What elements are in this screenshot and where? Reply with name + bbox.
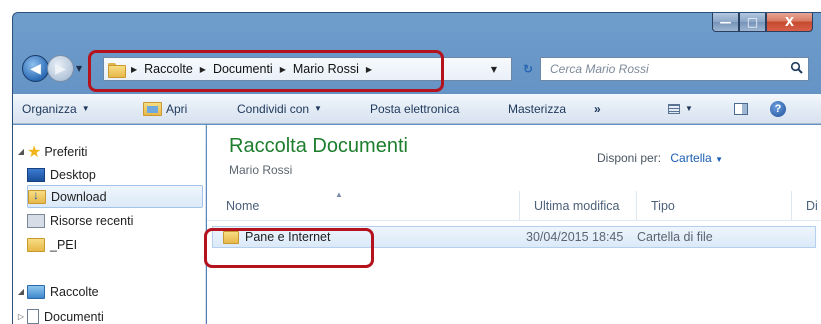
nav-item-download[interactable]: Download: [27, 185, 203, 208]
preview-pane-button[interactable]: [734, 102, 748, 115]
arrange-value: Cartella: [670, 151, 712, 165]
library-title: Raccolta Documenti: [229, 135, 408, 157]
nav-item-recent-places[interactable]: Risorse recenti: [27, 209, 203, 232]
library-folder-icon: [108, 62, 126, 78]
caption-buttons: — □ X: [712, 13, 821, 35]
breadcrumb-raccolte[interactable]: Raccolte: [144, 62, 193, 76]
view-list-icon: [668, 103, 680, 114]
search-box[interactable]: [540, 57, 809, 81]
share-label: Condividi con: [237, 101, 310, 116]
email-button[interactable]: Posta elettronica: [370, 102, 459, 116]
star-icon: ★: [27, 143, 42, 161]
collapse-triangle-icon[interactable]: ▷: [15, 312, 27, 321]
help-button[interactable]: ?: [770, 100, 786, 117]
organize-button[interactable]: Organizza ▼: [22, 102, 90, 116]
nav-favorites-header[interactable]: ◢ ★ Preferiti: [15, 140, 88, 163]
navigation-buttons: ◀ ▶ ▼: [22, 55, 82, 82]
download-folder-icon: [28, 188, 46, 204]
open-folder-icon: [143, 101, 162, 116]
nav-item-documenti[interactable]: ▷ Documenti: [15, 305, 104, 324]
open-label: Apri: [166, 101, 188, 116]
nav-item-label: _PEI: [50, 237, 78, 252]
breadcrumb-mario-rossi[interactable]: Mario Rossi: [293, 62, 359, 76]
recent-places-icon: [27, 213, 45, 228]
column-label: Tipo: [651, 199, 675, 213]
column-header-name[interactable]: ▲ Nome: [212, 190, 520, 221]
column-header-type[interactable]: Tipo: [637, 191, 792, 221]
arrange-label: Disponi per:: [597, 151, 662, 165]
change-view-button[interactable]: ▼: [668, 103, 693, 114]
address-dropdown-chevron-icon[interactable]: ▼: [491, 65, 497, 74]
breadcrumb-separator-icon[interactable]: ▶: [131, 65, 137, 74]
breadcrumb-separator-icon[interactable]: ▶: [200, 65, 206, 74]
column-headers: ▲ Nome Ultima modifica Tipo Di: [207, 190, 821, 221]
expand-triangle-icon[interactable]: ◢: [15, 147, 27, 156]
column-label: Di: [806, 199, 818, 213]
refresh-icon[interactable]: ↻: [518, 57, 538, 81]
desktop-icon: [27, 167, 45, 182]
file-row[interactable]: Pane e Internet 30/04/2015 18:45 Cartell…: [212, 226, 816, 248]
organize-label: Organizza: [22, 101, 77, 116]
email-label: Posta elettronica: [370, 101, 460, 116]
breadcrumb-separator-icon[interactable]: ▶: [366, 65, 372, 74]
open-button[interactable]: Apri: [143, 101, 188, 116]
nav-favorites-label: Preferiti: [44, 144, 88, 159]
burn-label: Masterizza: [508, 101, 567, 116]
column-label: Ultima modifica: [534, 199, 620, 213]
library-subtitle: Mario Rossi: [229, 163, 293, 177]
command-bar: Organizza ▼ Apri Condividi con ▼ Posta ele…: [13, 94, 821, 124]
expand-triangle-icon[interactable]: ◢: [15, 287, 27, 296]
more-commands-button[interactable]: »: [594, 102, 601, 116]
nav-libraries-label: Raccolte: [50, 284, 99, 299]
nav-item-desktop[interactable]: Desktop: [27, 163, 203, 186]
content-pane: Raccolta Documenti Mario Rossi Disponi p…: [207, 125, 821, 324]
documents-icon: [27, 309, 39, 324]
column-label: Nome: [226, 199, 260, 213]
burn-button[interactable]: Masterizza: [508, 102, 566, 116]
chevron-down-icon: ▼: [685, 104, 693, 113]
address-bar[interactable]: ▶ Raccolte ▶ Documenti ▶ Mario Rossi ▶ ▼: [103, 57, 512, 81]
chevron-down-icon: ▼: [314, 104, 322, 113]
close-button[interactable]: X: [766, 13, 813, 32]
breadcrumb-documenti[interactable]: Documenti: [213, 62, 273, 76]
share-with-button[interactable]: Condividi con ▼: [237, 102, 322, 116]
arrange-by: Disponi per: Cartella ▼: [597, 151, 723, 165]
nav-item-label: Download: [51, 189, 107, 204]
more-label: »: [594, 101, 601, 116]
column-header-size[interactable]: Di: [792, 191, 821, 221]
folder-icon: [27, 237, 45, 252]
nav-libraries-header[interactable]: ◢ Raccolte: [15, 280, 99, 303]
preview-pane-icon: [734, 102, 748, 115]
navigation-pane: ◢ ★ Preferiti Desktop Download Risorse r…: [13, 125, 206, 324]
nav-item-pei[interactable]: _PEI: [27, 233, 203, 256]
nav-item-label: Documenti: [44, 309, 104, 324]
search-icon[interactable]: [790, 61, 804, 75]
column-header-modified[interactable]: Ultima modifica: [520, 191, 637, 221]
recent-pages-chevron-icon[interactable]: ▼: [76, 64, 82, 73]
minimize-button[interactable]: —: [712, 13, 739, 32]
sort-ascending-icon: ▲: [335, 190, 343, 199]
back-arrow-icon[interactable]: ◀: [22, 55, 49, 82]
folder-icon: [223, 230, 239, 244]
chevron-down-icon: ▼: [715, 155, 723, 164]
breadcrumb-separator-icon[interactable]: ▶: [280, 65, 286, 74]
nav-item-label: Desktop: [50, 167, 96, 182]
forward-arrow-icon[interactable]: ▶: [47, 55, 74, 82]
arrange-by-dropdown[interactable]: Cartella ▼: [670, 151, 723, 165]
explorer-window: — □ X ◀ ▶ ▼ ▶ Raccolte ▶ Documenti ▶ Mar…: [0, 0, 821, 324]
file-modified-cell: 30/04/2015 18:45: [526, 230, 624, 244]
file-type-cell: Cartella di file: [637, 230, 713, 244]
search-input[interactable]: [550, 62, 770, 76]
file-name: Pane e Internet: [245, 230, 331, 244]
nav-item-label: Risorse recenti: [50, 213, 134, 228]
file-name-cell: Pane e Internet: [223, 227, 330, 247]
maximize-button[interactable]: □: [739, 13, 766, 32]
help-icon: ?: [770, 100, 786, 117]
libraries-icon: [27, 284, 45, 299]
chevron-down-icon: ▼: [81, 104, 90, 113]
